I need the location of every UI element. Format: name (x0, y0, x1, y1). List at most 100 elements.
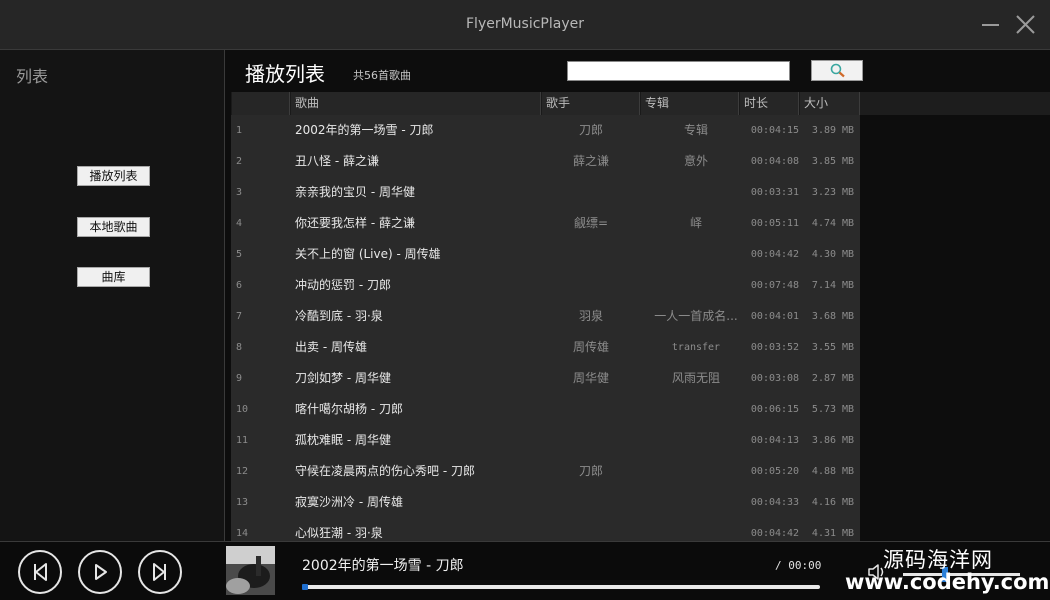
player-bar: 2002年的第一场雪 - 刀郎 / 00:00 源码海洋网 www.codehy… (0, 541, 1050, 600)
row-index: 12 (236, 466, 249, 477)
album-art-image (226, 546, 275, 595)
table-row[interactable]: 12 守候在凌晨两点的伤心秀吧 - 刀郎 刀郎 00:05:20 4.88 MB (231, 456, 860, 487)
table-body: 1 2002年的第一场雪 - 刀郎 刀郎 专辑 00:04:15 3.89 MB 2 丑八怪 … (231, 115, 860, 541)
artist-name (541, 425, 641, 456)
table-row[interactable]: 9 刀剑如梦 - 周华健 周华健 风雨无阻 00:03:08 2.87 MB (231, 363, 860, 394)
play-button[interactable] (78, 550, 122, 594)
file-size: 4.16 MB (811, 497, 855, 508)
album-name: 风雨无阻 (671, 371, 720, 385)
file-size: 3.85 MB (811, 156, 855, 167)
file-size: 3.55 MB (811, 342, 855, 353)
main-panel: 播放列表 共56首歌曲 歌曲 歌手 专辑 时长 大小 1 2002年的第一场雪 -… (226, 50, 1050, 541)
album-name (641, 239, 751, 270)
duration: 00:03:31 (750, 187, 800, 198)
row-index: 2 (236, 156, 243, 167)
previous-button[interactable] (18, 550, 62, 594)
col-index-header[interactable] (231, 92, 290, 115)
progress-bar[interactable] (302, 584, 820, 590)
duration: 00:04:42 (750, 528, 800, 539)
table-row[interactable]: 5 关不上的窗 (Live) - 周传雄 00:04:42 4.30 MB (231, 239, 860, 270)
watermark-url: www.codehy.com (845, 570, 1050, 594)
app-title: FlyerMusicPlayer (466, 16, 584, 32)
previous-icon (34, 563, 47, 581)
table-row[interactable]: 8 出卖 - 周传雄 周传雄 transfer 00:03:52 3.55 MB (231, 332, 860, 363)
close-icon (1016, 15, 1035, 34)
search-button[interactable] (811, 60, 863, 81)
row-index: 6 (236, 280, 243, 291)
song-title: 亲亲我的宝贝 - 周华健 (295, 185, 415, 199)
table-row[interactable]: 13 寂寞沙洲冷 - 周传雄 00:04:33 4.16 MB (231, 487, 860, 518)
song-title: 孤枕难眠 - 周华健 (295, 433, 391, 447)
col-artist-header[interactable]: 歌手 (541, 92, 640, 115)
file-size: 3.23 MB (811, 187, 855, 198)
album-name: transfer (671, 342, 721, 353)
artist-name: 刀郎 (578, 464, 603, 478)
table-row[interactable]: 1 2002年的第一场雪 - 刀郎 刀郎 专辑 00:04:15 3.89 MB (231, 115, 860, 146)
song-title: 关不上的窗 (Live) - 周传雄 (295, 247, 441, 261)
song-title: 你还要我怎样 - 薛之谦 (295, 216, 415, 230)
table-row[interactable]: 2 丑八怪 - 薛之谦 薛之谦 意外 00:04:08 3.85 MB (231, 146, 860, 177)
playlist-button[interactable]: 播放列表 (77, 166, 150, 186)
file-size: 4.88 MB (811, 466, 855, 477)
table-row[interactable]: 14 心似狂潮 - 羽·泉 00:04:42 4.31 MB (231, 518, 860, 541)
album-cover[interactable] (226, 546, 275, 595)
progress-handle[interactable] (302, 584, 308, 590)
watermark: 源码海洋网 www.codehy.com (845, 544, 1050, 599)
row-index: 8 (236, 342, 243, 353)
local-songs-button[interactable]: 本地歌曲 (77, 217, 150, 237)
file-size: 3.86 MB (811, 435, 855, 446)
table-row[interactable]: 3 亲亲我的宝贝 - 周华健 00:03:31 3.23 MB (231, 177, 860, 208)
row-index: 10 (236, 404, 249, 415)
now-playing-title: 2002年的第一场雪 - 刀郎 (302, 558, 464, 574)
col-song-header[interactable]: 歌曲 (290, 92, 541, 115)
col-duration-header[interactable]: 时长 (739, 92, 799, 115)
song-title: 出卖 - 周传雄 (295, 340, 367, 354)
table-row[interactable]: 4 你还要我怎样 - 薛之谦 觎缥= 峄 00:05:11 4.74 MB (231, 208, 860, 239)
file-size: 4.74 MB (811, 218, 855, 229)
sidebar-title: 列表 (16, 67, 49, 86)
table-row[interactable]: 6 冲动的惩罚 - 刀郎 00:07:48 7.14 MB (231, 270, 860, 301)
artist-name: 周传雄 (572, 340, 609, 354)
duration: 00:04:08 (750, 156, 800, 167)
title-bar: FlyerMusicPlayer (0, 0, 1050, 50)
album-name: 专辑 (683, 123, 708, 137)
song-title: 刀剑如梦 - 周华健 (295, 371, 391, 385)
song-title: 心似狂潮 - 羽·泉 (295, 526, 383, 540)
artist-name: 薛之谦 (572, 154, 609, 168)
duration: 00:04:13 (750, 435, 800, 446)
duration: 00:04:01 (750, 311, 800, 322)
album-name (641, 177, 751, 208)
row-index: 4 (236, 218, 243, 229)
row-index: 3 (236, 187, 243, 198)
col-album-header[interactable]: 专辑 (640, 92, 739, 115)
song-title: 丑八怪 - 薛之谦 (295, 154, 379, 168)
file-size: 4.31 MB (811, 528, 855, 539)
song-table: 歌曲 歌手 专辑 时长 大小 1 2002年的第一场雪 - 刀郎 刀郎 专辑 00:04… (231, 92, 860, 541)
artist-name (541, 239, 641, 270)
song-title: 冷酷到底 - 羽·泉 (295, 309, 383, 323)
song-title: 喀什噶尔胡杨 - 刀郎 (295, 402, 403, 416)
file-size: 4.30 MB (811, 249, 855, 260)
song-title: 守候在凌晨两点的伤心秀吧 - 刀郎 (295, 464, 475, 478)
close-button[interactable] (1011, 10, 1041, 40)
row-index: 5 (236, 249, 243, 260)
table-row[interactable]: 11 孤枕难眠 - 周华健 00:04:13 3.86 MB (231, 425, 860, 456)
duration: 00:07:48 (750, 280, 800, 291)
artist-name (541, 394, 641, 425)
playback-time: / 00:00 (775, 559, 822, 572)
album-name: 一人一首成名... (654, 309, 738, 323)
table-row[interactable]: 7 冷酷到底 - 羽·泉 羽泉 一人一首成名... 00:04:01 3.68 MB (231, 301, 860, 332)
song-count: 共56首歌曲 (353, 69, 411, 82)
col-size-header[interactable]: 大小 (799, 92, 860, 115)
song-title: 2002年的第一场雪 - 刀郎 (295, 123, 434, 137)
table-row[interactable]: 10 喀什噶尔胡杨 - 刀郎 00:06:15 5.73 MB (231, 394, 860, 425)
row-index: 7 (236, 311, 243, 322)
minimize-button[interactable] (976, 10, 1006, 40)
search-input[interactable] (567, 61, 790, 81)
table-header-filler (860, 92, 1050, 115)
duration: 00:04:42 (750, 249, 800, 260)
next-button[interactable] (138, 550, 182, 594)
music-library-button[interactable]: 曲库 (77, 267, 150, 287)
duration: 00:03:52 (750, 342, 800, 353)
album-name (641, 394, 751, 425)
